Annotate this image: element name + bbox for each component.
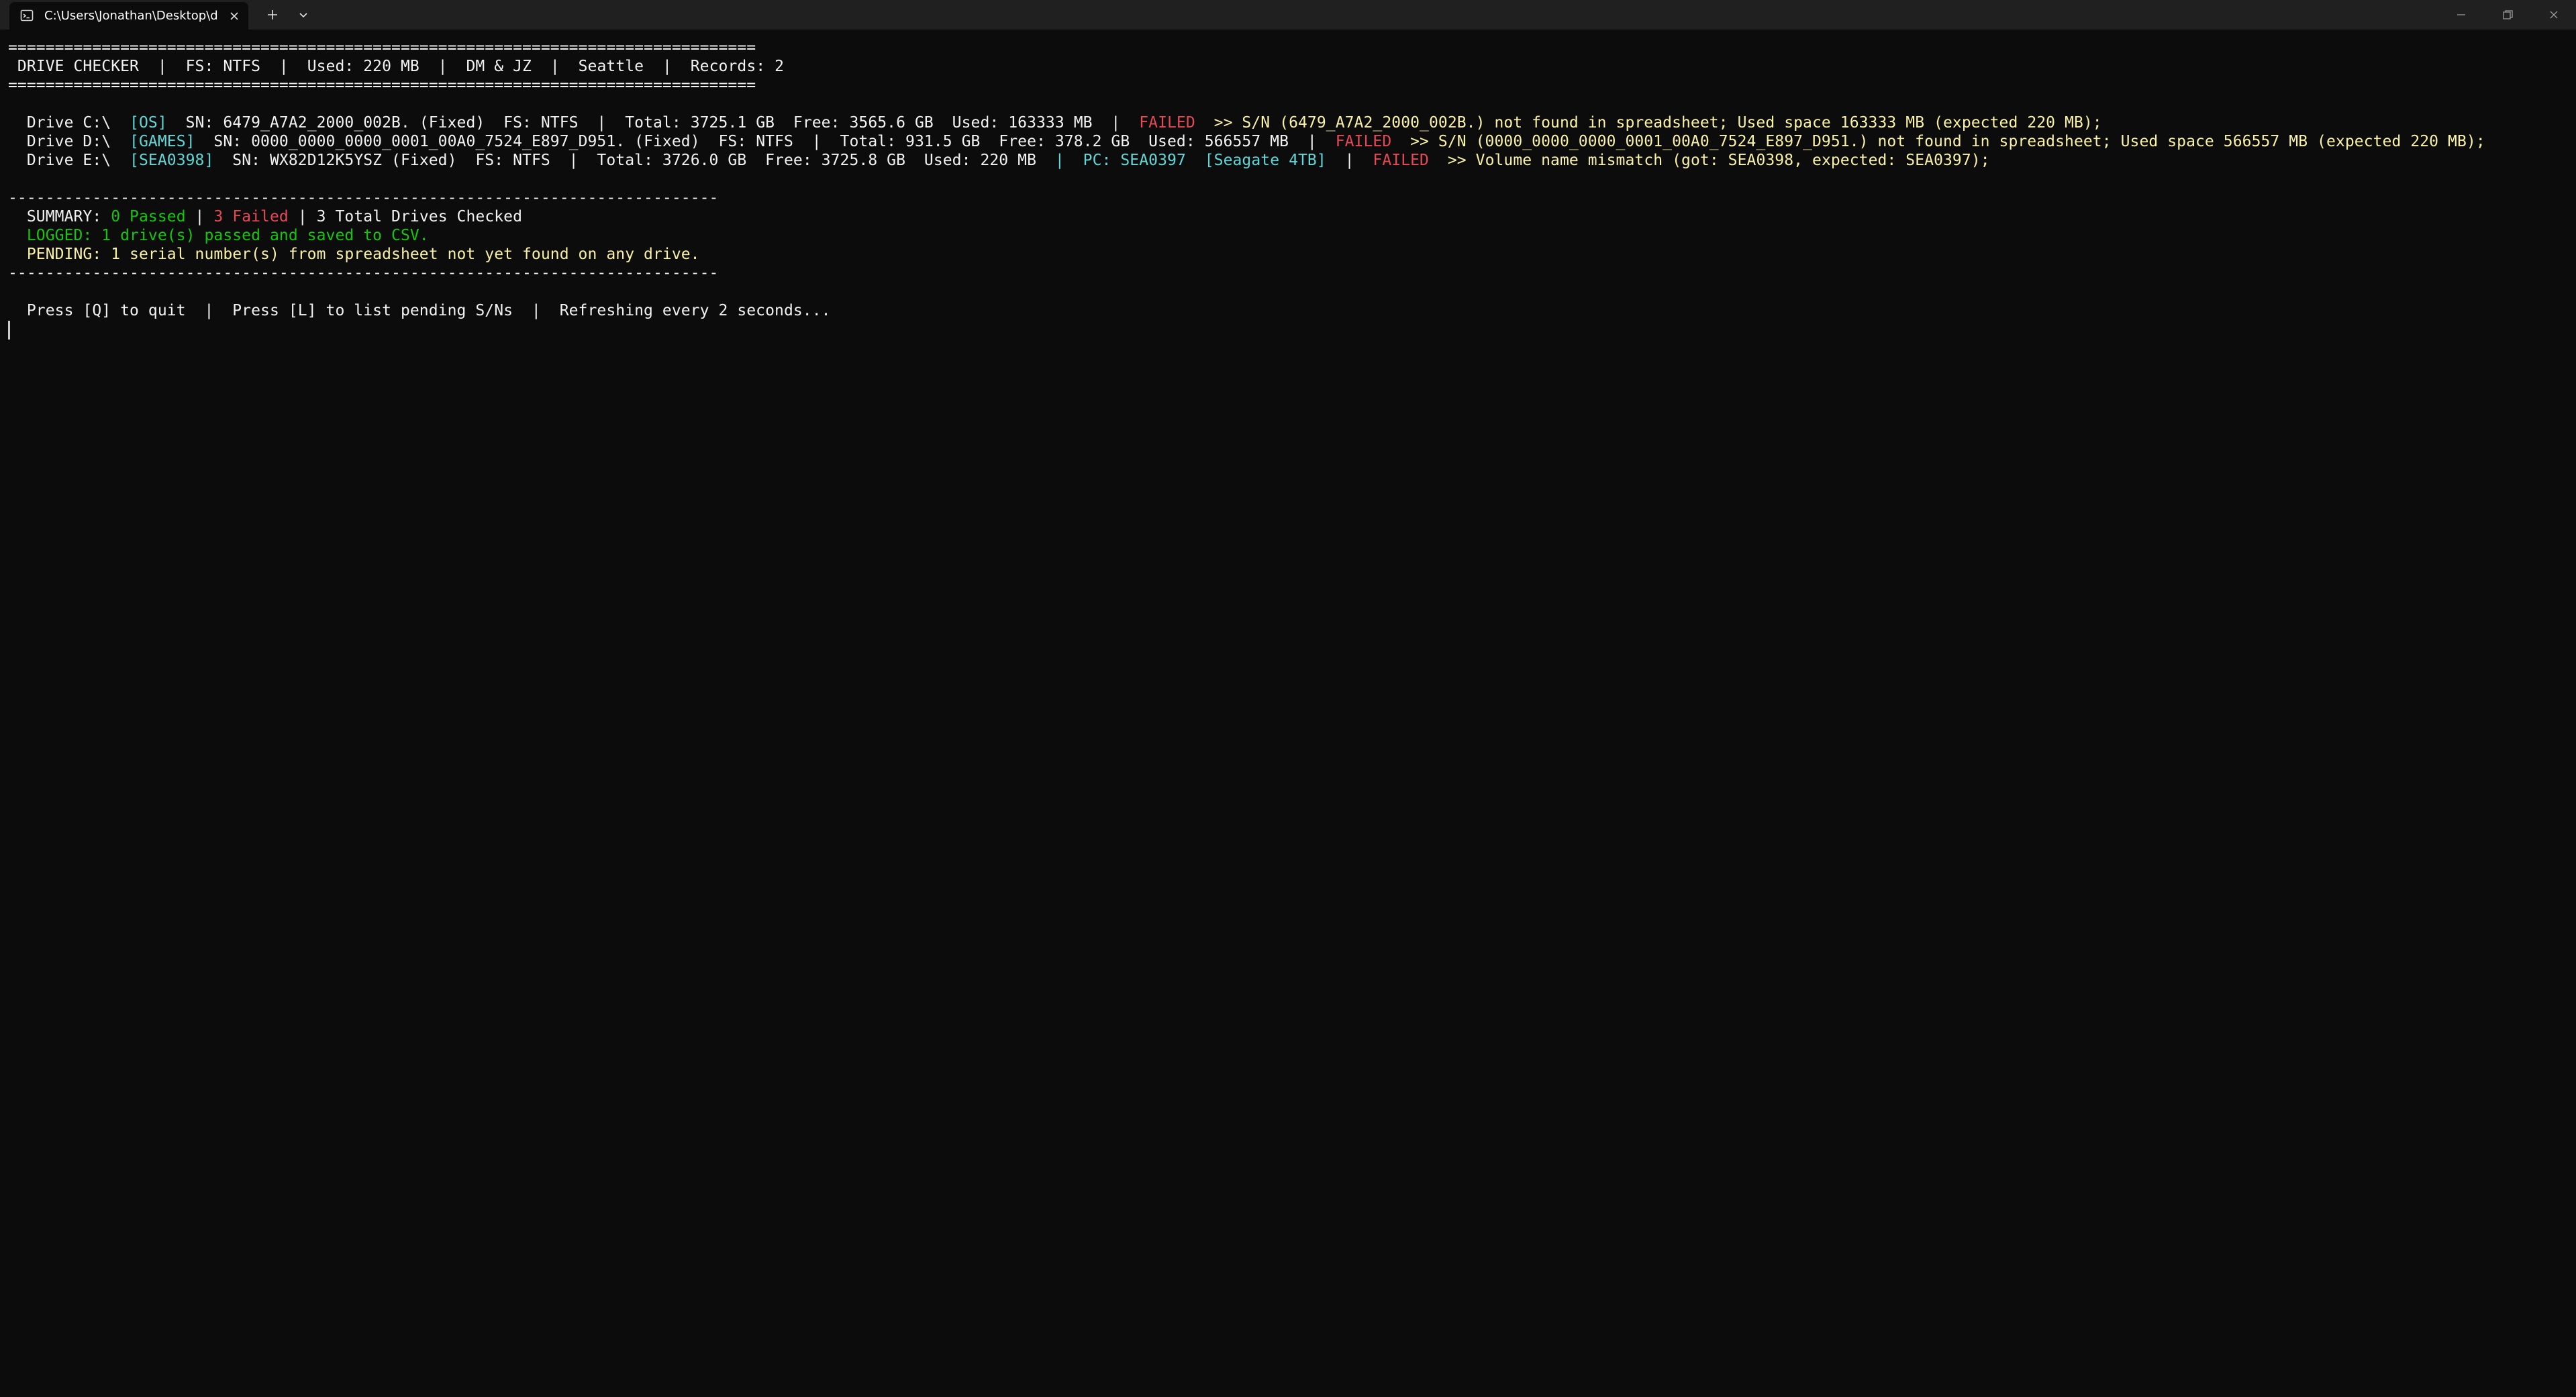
- volume-name: [GAMES]: [130, 133, 195, 150]
- failure-message: >> S/N (0000_0000_0000_0001_00A0_7524_E8…: [1391, 133, 2485, 150]
- summary-rule-top: ----------------------------------------…: [8, 189, 719, 207]
- pc-assignment: PC: SEA0397 [Seagate 4TB]: [1064, 152, 1326, 169]
- restore-icon: [2503, 10, 2513, 19]
- drive-row: Drive E:\ [SEA0398] SN: WX82D12K5YSZ (Fi…: [8, 152, 1990, 169]
- help-line: Press [Q] to quit | Press [L] to list pe…: [8, 302, 831, 319]
- drive-info: SN: 0000_0000_0000_0001_00A0_7524_E897_D…: [195, 133, 1336, 150]
- failure-message: >> S/N (6479_A7A2_2000_002B.) not found …: [1195, 114, 2102, 132]
- header-rule-bottom: ========================================…: [8, 76, 756, 94]
- failure-message: >> Volume name mismatch (got: SEA0398, e…: [1429, 152, 1990, 169]
- header-line: DRIVE CHECKER | FS: NTFS | Used: 220 MB …: [8, 58, 785, 75]
- plus-icon[interactable]: [264, 7, 281, 23]
- header-records: Records: 2: [690, 58, 785, 75]
- volume-name: [OS]: [130, 114, 167, 132]
- failed-count: 3 Failed: [213, 208, 289, 225]
- minimize-icon: [2457, 14, 2465, 15]
- drive-label: Drive D:\: [8, 133, 130, 150]
- header-used: Used: 220 MB: [307, 58, 419, 75]
- logged-line: LOGGED: 1 drive(s) passed and saved to C…: [8, 227, 429, 244]
- status-failed: FAILED: [1139, 114, 1195, 132]
- header-initials: DM & JZ: [466, 58, 532, 75]
- terminal-icon: [20, 9, 34, 21]
- total-count: 3 Total Drives Checked: [316, 208, 523, 225]
- drive-info: SN: 6479_A7A2_2000_002B. (Fixed) FS: NTF…: [166, 114, 1140, 132]
- summary-rule-bottom: ----------------------------------------…: [8, 264, 719, 282]
- window-close-button[interactable]: [2530, 0, 2576, 30]
- app-name: DRIVE CHECKER: [8, 58, 139, 75]
- drive-row: Drive D:\ [GAMES] SN: 0000_0000_0000_000…: [8, 132, 2485, 151]
- header-location: Seattle: [578, 58, 644, 75]
- status-failed: FAILED: [1373, 152, 1429, 169]
- pending-line: PENDING: 1 serial number(s) from spreads…: [8, 246, 700, 263]
- close-icon: [2550, 11, 2558, 19]
- status-failed: FAILED: [1335, 133, 1392, 150]
- title-bar: C:\Users\Jonathan\Desktop\d: [0, 0, 2576, 30]
- drive-row: Drive C:\ [OS] SN: 6479_A7A2_2000_002B. …: [8, 113, 2102, 132]
- summary-line: SUMMARY: 0 Passed | 3 Failed | 3 Total D…: [8, 208, 523, 225]
- header-rule-top: ========================================…: [8, 39, 756, 56]
- terminal-output[interactable]: ========================================…: [8, 30, 2568, 1392]
- text-cursor: [8, 321, 10, 340]
- summary-label: SUMMARY:: [8, 208, 111, 225]
- tab-title: C:\Users\Jonathan\Desktop\d: [44, 9, 218, 23]
- drive-info: SN: WX82D12K5YSZ (Fixed) FS: NTFS | Tota…: [213, 152, 1055, 169]
- close-icon[interactable]: [227, 9, 242, 23]
- drive-label: Drive C:\: [8, 114, 130, 132]
- drive-label: Drive E:\: [8, 152, 130, 169]
- volume-name: [SEA0398]: [130, 152, 214, 169]
- chevron-down-icon[interactable]: [295, 7, 311, 23]
- minimize-button[interactable]: [2438, 0, 2485, 30]
- maximize-button[interactable]: [2484, 0, 2531, 30]
- passed-count: 0 Passed: [111, 208, 186, 225]
- header-fs: FS: NTFS: [185, 58, 261, 75]
- tab-terminal[interactable]: C:\Users\Jonathan\Desktop\d: [9, 2, 248, 30]
